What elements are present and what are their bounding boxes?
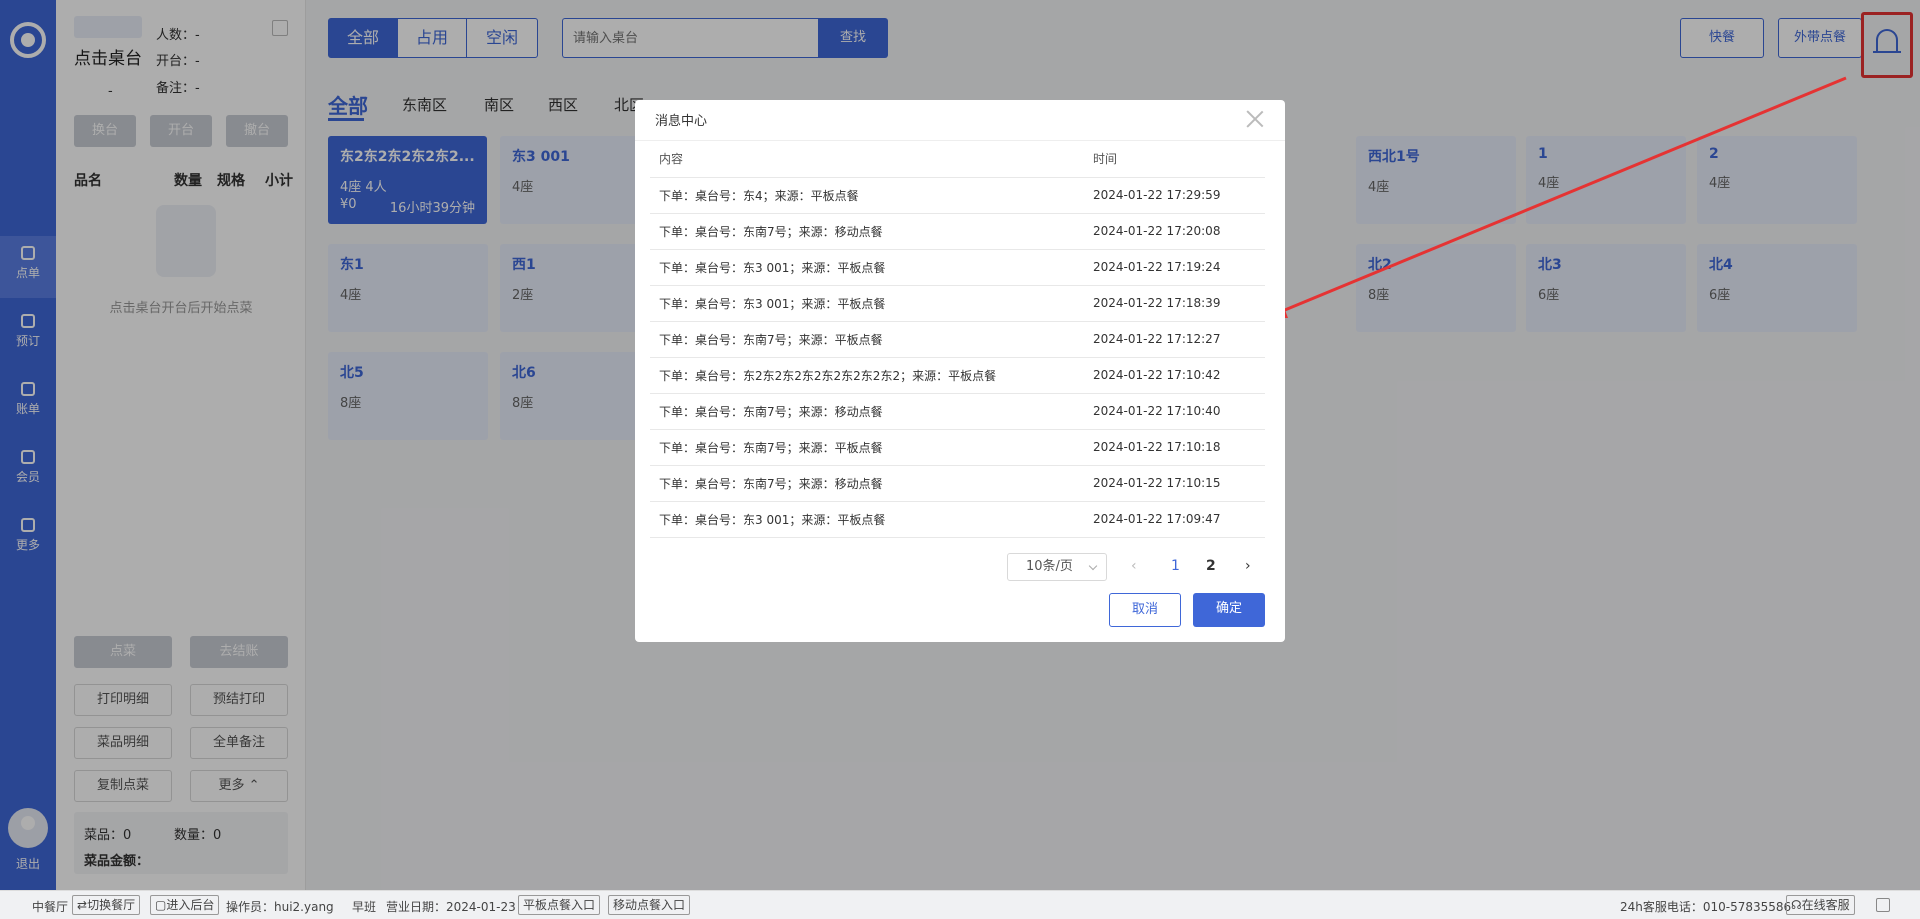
message-time: 2024-01-22 17:19:24 (1084, 249, 1265, 286)
col-content: 内容 (650, 141, 1084, 178)
message-time: 2024-01-22 17:09:47 (1084, 501, 1265, 538)
cancel-button[interactable]: 取消 (1109, 593, 1181, 627)
col-time: 时间 (1084, 141, 1265, 178)
message-content: 下单：桌台号：东南7号；来源：移动点餐 (650, 213, 1084, 250)
table-row[interactable]: 下单：桌台号：东4；来源：平板点餐 2024-01-22 17:29:59 (650, 177, 1265, 214)
next-page-icon[interactable]: › (1245, 558, 1251, 574)
table-row[interactable]: 下单：桌台号：东3 001；来源：平板点餐 2024-01-22 17:19:24 (650, 249, 1265, 286)
message-content: 下单：桌台号：东3 001；来源：平板点餐 (650, 249, 1084, 286)
page-2[interactable]: 2 (1206, 558, 1216, 574)
close-icon[interactable] (1246, 110, 1264, 128)
table-row[interactable]: 下单：桌台号：东南7号；来源：移动点餐 2024-01-22 17:20:08 (650, 213, 1265, 250)
dialog-title: 消息中心 (655, 114, 708, 129)
message-time: 2024-01-22 17:20:08 (1084, 213, 1265, 250)
arrow-line (1279, 76, 1847, 314)
message-content: 下单：桌台号：东南7号；来源：移动点餐 (650, 465, 1084, 502)
message-content: 下单：桌台号：东2东2东2东2东2东2东2东2；来源：平板点餐 (650, 357, 1084, 394)
message-table: 内容 时间 下单：桌台号：东4；来源：平板点餐 2024-01-22 17:29:… (650, 141, 1265, 538)
table-row[interactable]: 下单：桌台号：东南7号；来源：移动点餐 2024-01-22 17:10:15 (650, 465, 1265, 502)
message-content: 下单：桌台号：东3 001；来源：平板点餐 (650, 285, 1084, 322)
message-time: 2024-01-22 17:10:15 (1084, 465, 1265, 502)
prev-page-icon[interactable]: ‹ (1131, 558, 1137, 574)
message-time: 2024-01-22 17:12:27 (1084, 321, 1265, 358)
message-content: 下单：桌台号：东南7号；来源：平板点餐 (650, 321, 1084, 358)
message-time: 2024-01-22 17:10:18 (1084, 429, 1265, 466)
message-time: 2024-01-22 17:18:39 (1084, 285, 1265, 322)
message-center-dialog: 消息中心 内容 时间 下单：桌台号：东4；来源：平板点餐 2024-01-22 1… (635, 100, 1285, 642)
message-content: 下单：桌台号：东南7号；来源：移动点餐 (650, 393, 1084, 430)
message-content: 下单：桌台号：东4；来源：平板点餐 (650, 177, 1084, 214)
message-content: 下单：桌台号：东3 001；来源：平板点餐 (650, 501, 1084, 538)
message-content: 下单：桌台号：东南7号；来源：平板点餐 (650, 429, 1084, 466)
message-time: 2024-01-22 17:10:40 (1084, 393, 1265, 430)
message-time: 2024-01-22 17:10:42 (1084, 357, 1265, 394)
page-size-select[interactable]: 10条/页 (1007, 553, 1107, 581)
table-row[interactable]: 下单：桌台号：东3 001；来源：平板点餐 2024-01-22 17:09:47 (650, 501, 1265, 538)
table-row[interactable]: 下单：桌台号：东3 001；来源：平板点餐 2024-01-22 17:18:39 (650, 285, 1265, 322)
table-row[interactable]: 下单：桌台号：东南7号；来源：移动点餐 2024-01-22 17:10:40 (650, 393, 1265, 430)
table-row[interactable]: 下单：桌台号：东南7号；来源：平板点餐 2024-01-22 17:10:18 (650, 429, 1265, 466)
message-time: 2024-01-22 17:29:59 (1084, 177, 1265, 214)
confirm-button[interactable]: 确定 (1193, 593, 1265, 627)
table-row[interactable]: 下单：桌台号：东2东2东2东2东2东2东2东2；来源：平板点餐 2024-01-2… (650, 357, 1265, 394)
table-row[interactable]: 下单：桌台号：东南7号；来源：平板点餐 2024-01-22 17:12:27 (650, 321, 1265, 358)
page-1[interactable]: 1 (1171, 558, 1180, 574)
